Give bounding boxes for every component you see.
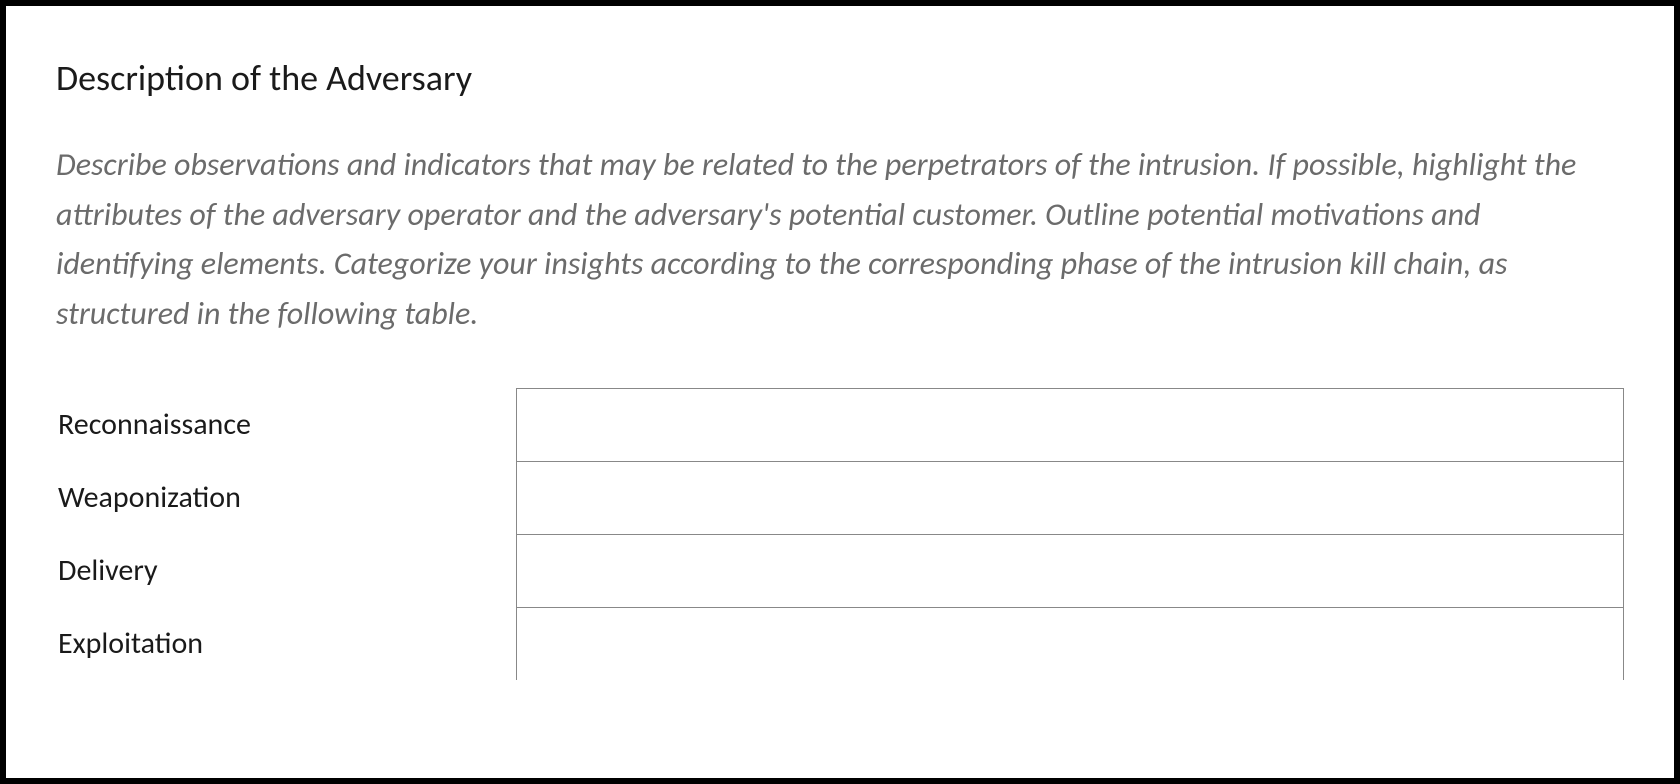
table-row: Exploitation: [56, 607, 1624, 680]
section-heading: Description of the Adversary: [56, 56, 1624, 100]
row-cell-delivery[interactable]: [516, 534, 1624, 607]
kill-chain-table: Reconnaissance Weaponization Delivery Ex…: [56, 388, 1624, 680]
table-row: Weaponization: [56, 461, 1624, 534]
row-label-delivery: Delivery: [56, 534, 516, 607]
row-cell-exploitation[interactable]: [516, 607, 1624, 680]
row-label-exploitation: Exploitation: [56, 607, 516, 680]
row-cell-reconnaissance[interactable]: [516, 388, 1624, 461]
row-label-reconnaissance: Reconnaissance: [56, 388, 516, 461]
document-section: Description of the Adversary Describe ob…: [6, 6, 1674, 680]
row-cell-weaponization[interactable]: [516, 461, 1624, 534]
section-description: Describe observations and indicators tha…: [56, 140, 1624, 338]
table-row: Delivery: [56, 534, 1624, 607]
row-label-weaponization: Weaponization: [56, 461, 516, 534]
table-row: Reconnaissance: [56, 388, 1624, 461]
